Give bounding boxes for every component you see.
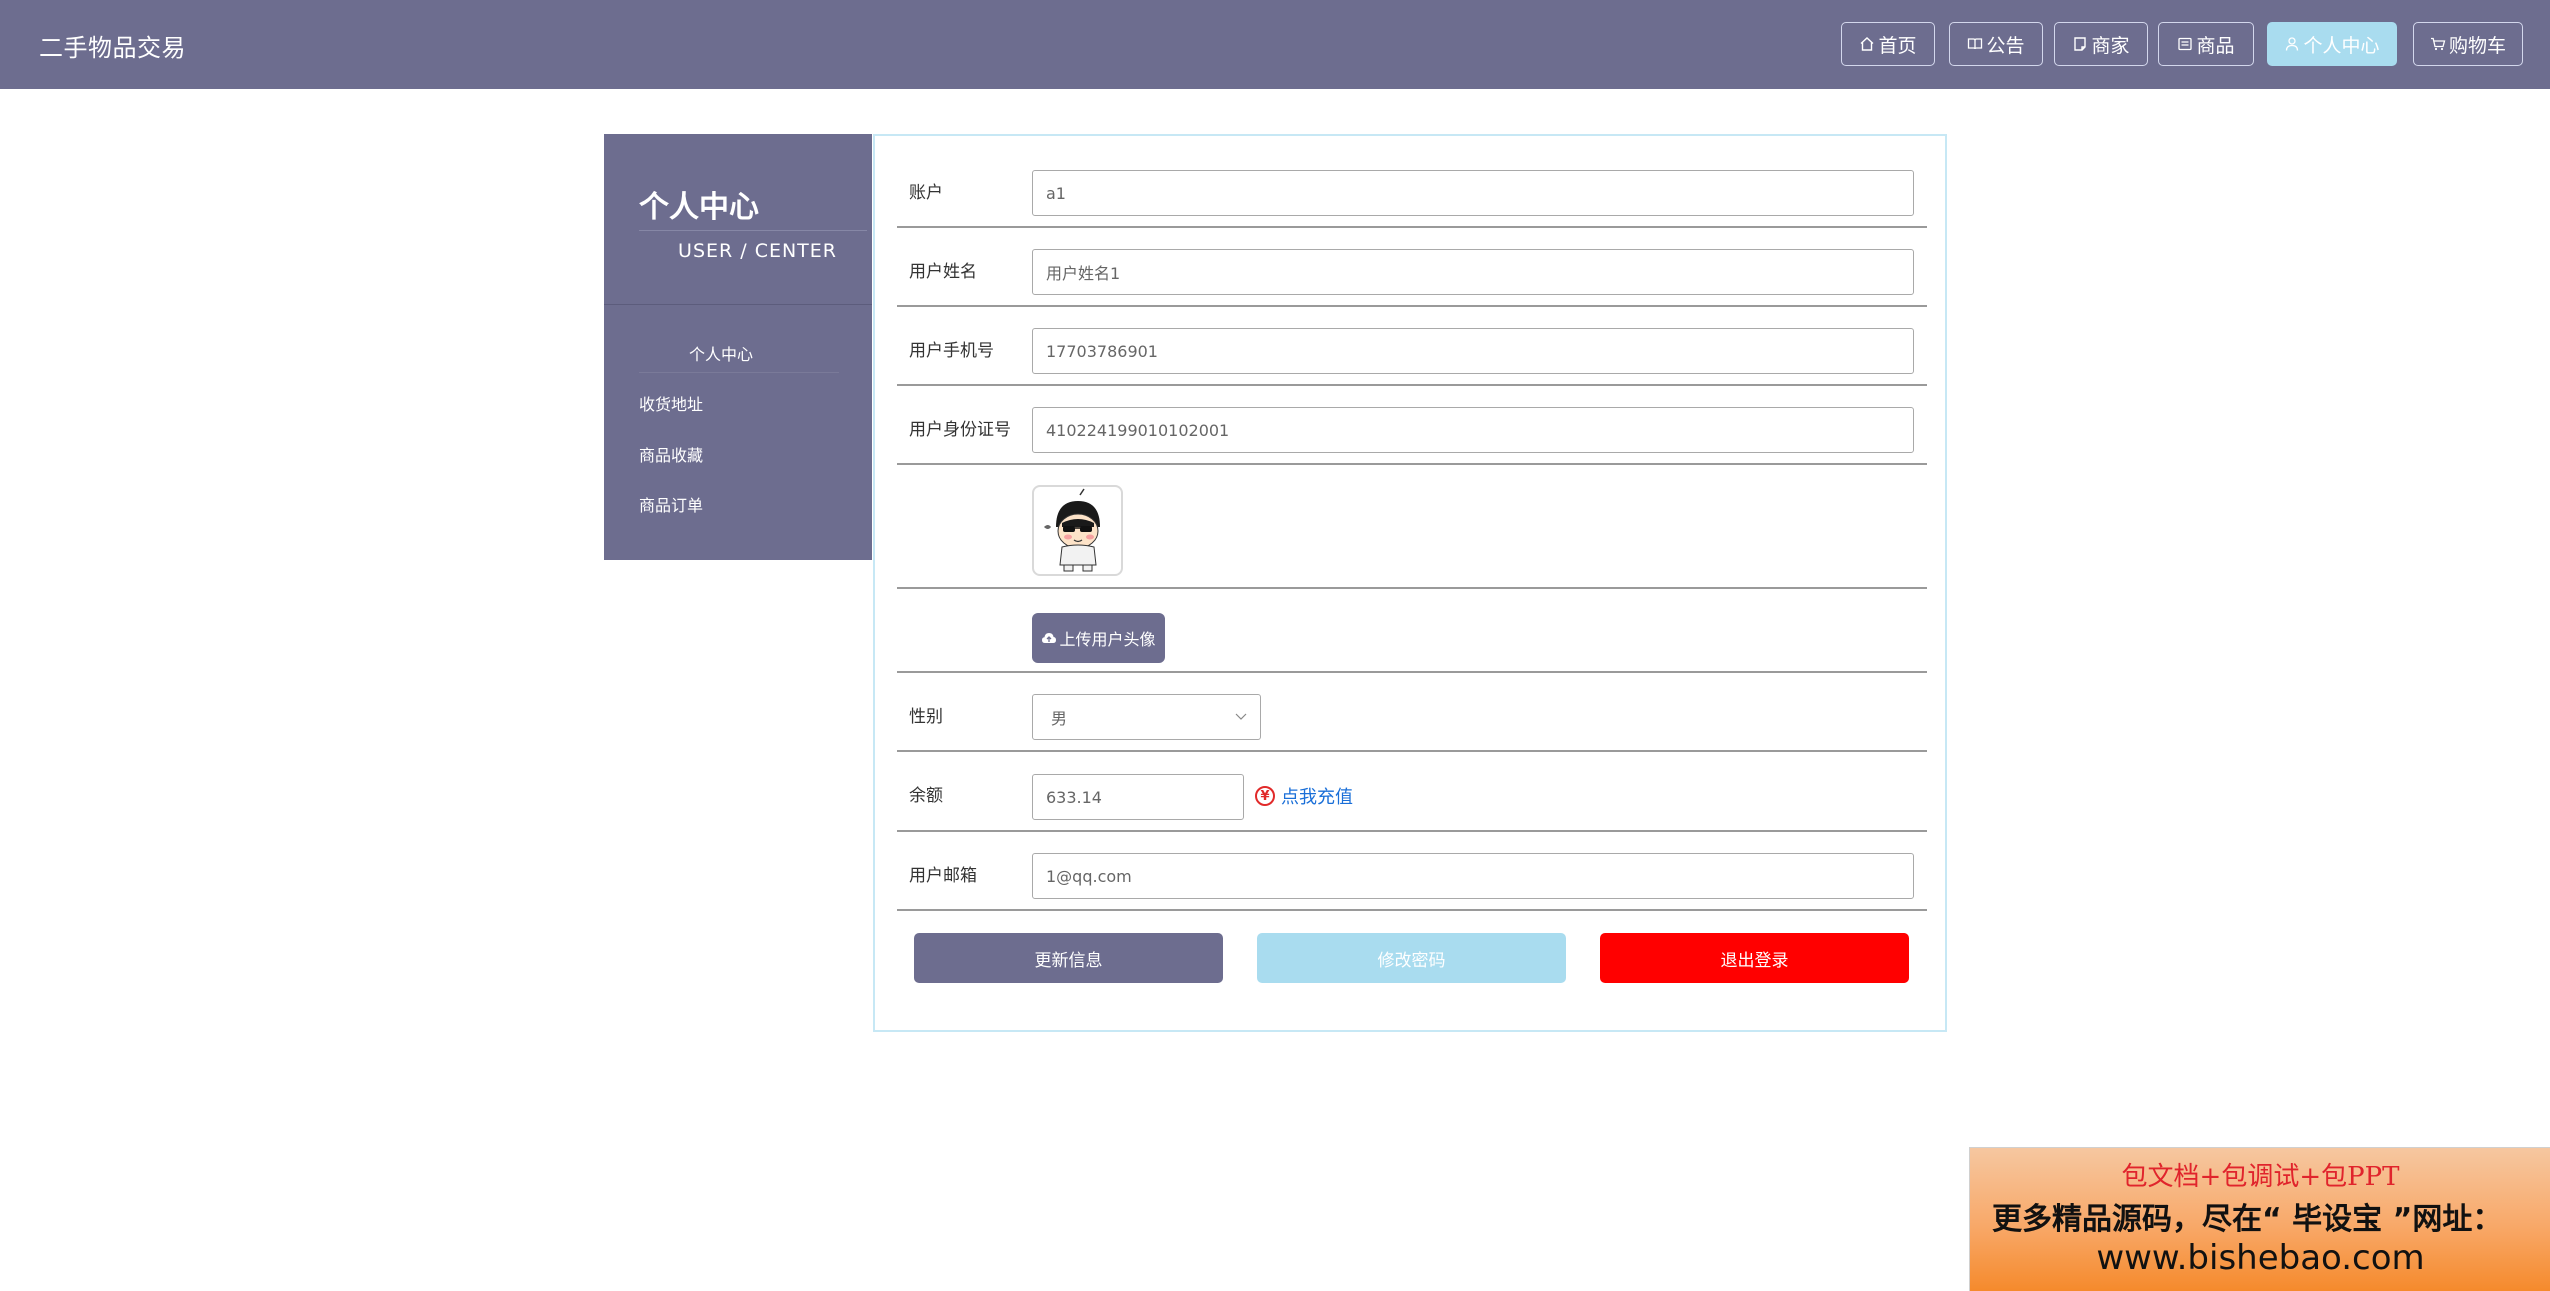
sidebar-item-user-center[interactable]: 个人中心 — [689, 341, 753, 365]
promo-banner[interactable]: 包文档+包调试+包PPT 更多精品源码，尽在“ 毕设宝 ”网址： www.bis… — [1969, 1147, 2550, 1291]
nav-merchant[interactable]: 商家 — [2054, 22, 2148, 66]
goods-icon — [2178, 37, 2193, 51]
user-info-panel: 账户 a1 用户姓名 用户姓名1 用户手机号 17703786901 用户身份证… — [873, 134, 1947, 1032]
sidebar-title-divider — [639, 230, 867, 231]
account-field[interactable]: a1 — [1032, 170, 1914, 216]
chevron-down-icon — [1235, 713, 1247, 720]
name-field[interactable]: 用户姓名1 — [1032, 249, 1914, 295]
row-divider — [897, 671, 1927, 673]
recharge-link[interactable]: ¥ 点我充值 — [1255, 783, 1353, 809]
sidebar-item-divider — [639, 372, 839, 373]
nav-user-center[interactable]: 个人中心 — [2267, 22, 2397, 66]
row-divider — [897, 750, 1927, 752]
top-navbar: 二手物品交易 首页 公告 商家 商品 个人中心 购物车 — [0, 0, 2550, 89]
upload-avatar-button[interactable]: 上传用户头像 — [1032, 613, 1165, 663]
user-icon — [2286, 37, 2299, 51]
home-icon — [1861, 37, 1874, 51]
cartoon-avatar-image — [1044, 488, 1100, 572]
nav-merchant-label: 商家 — [2091, 34, 2130, 57]
nav-notice-label: 公告 — [1986, 34, 2025, 57]
upload-avatar-label: 上传用户头像 — [1059, 630, 1156, 649]
nav-user-center-label: 个人中心 — [2303, 34, 2380, 57]
nav-notice[interactable]: 公告 — [1949, 22, 2043, 66]
recharge-label: 点我充值 — [1281, 787, 1353, 808]
sidebar-item-orders[interactable]: 商品订单 — [639, 492, 703, 516]
nav-home[interactable]: 首页 — [1841, 22, 1935, 66]
logout-button[interactable]: 退出登录 — [1600, 933, 1909, 983]
promo-tagline: 包文档+包调试+包PPT — [2121, 1162, 2400, 1192]
book-icon — [1968, 38, 1983, 50]
email-label: 用户邮箱 — [909, 866, 977, 886]
gender-selected-value: 男 — [1051, 709, 1068, 728]
row-divider — [897, 226, 1927, 228]
phone-label: 用户手机号 — [909, 341, 994, 361]
row-divider — [897, 587, 1927, 589]
sidebar-subtitle: USER / CENTER — [678, 240, 837, 262]
row-divider — [897, 305, 1927, 307]
cloud-upload-icon — [1042, 633, 1057, 643]
update-info-button[interactable]: 更新信息 — [914, 933, 1223, 983]
balance-label: 余额 — [909, 786, 943, 806]
nav-cart[interactable]: 购物车 — [2413, 22, 2523, 66]
user-sidebar: 个人中心 USER / CENTER 个人中心 收货地址 商品收藏 商品订单 — [604, 134, 872, 560]
yen-coin-icon: ¥ — [1255, 786, 1275, 806]
email-field[interactable]: 1@qq.com — [1032, 853, 1914, 899]
site-brand[interactable]: 二手物品交易 — [39, 28, 186, 63]
sidebar-title: 个人中心 — [639, 190, 759, 225]
change-password-button[interactable]: 修改密码 — [1257, 933, 1566, 983]
phone-field[interactable]: 17703786901 — [1032, 328, 1914, 374]
cart-icon — [2430, 37, 2446, 51]
name-label: 用户姓名 — [909, 262, 977, 282]
row-divider — [897, 463, 1927, 465]
nav-goods-label: 商品 — [2196, 34, 2235, 57]
nav-cart-label: 购物车 — [2448, 34, 2506, 57]
shop-icon — [2074, 37, 2087, 51]
row-divider — [897, 830, 1927, 832]
gender-label: 性别 — [909, 707, 943, 727]
promo-headline: 更多精品源码，尽在“ 毕设宝 ”网址： — [1992, 1202, 2503, 1237]
nav-home-label: 首页 — [1878, 34, 1917, 57]
sidebar-item-address[interactable]: 收货地址 — [639, 391, 703, 415]
id-card-field[interactable]: 410224199010102001 — [1032, 407, 1914, 453]
sidebar-item-favorites[interactable]: 商品收藏 — [639, 442, 703, 466]
promo-url: www.bishebao.com — [2096, 1238, 2425, 1278]
id-card-label: 用户身份证号 — [909, 420, 1011, 440]
balance-field[interactable]: 633.14 — [1032, 774, 1244, 820]
sidebar-divider — [604, 304, 872, 305]
row-divider — [897, 384, 1927, 386]
gender-select[interactable]: 男 — [1032, 694, 1261, 740]
user-avatar — [1032, 485, 1123, 576]
nav-goods[interactable]: 商品 — [2158, 22, 2254, 66]
account-label: 账户 — [909, 183, 943, 203]
row-divider — [897, 909, 1927, 911]
